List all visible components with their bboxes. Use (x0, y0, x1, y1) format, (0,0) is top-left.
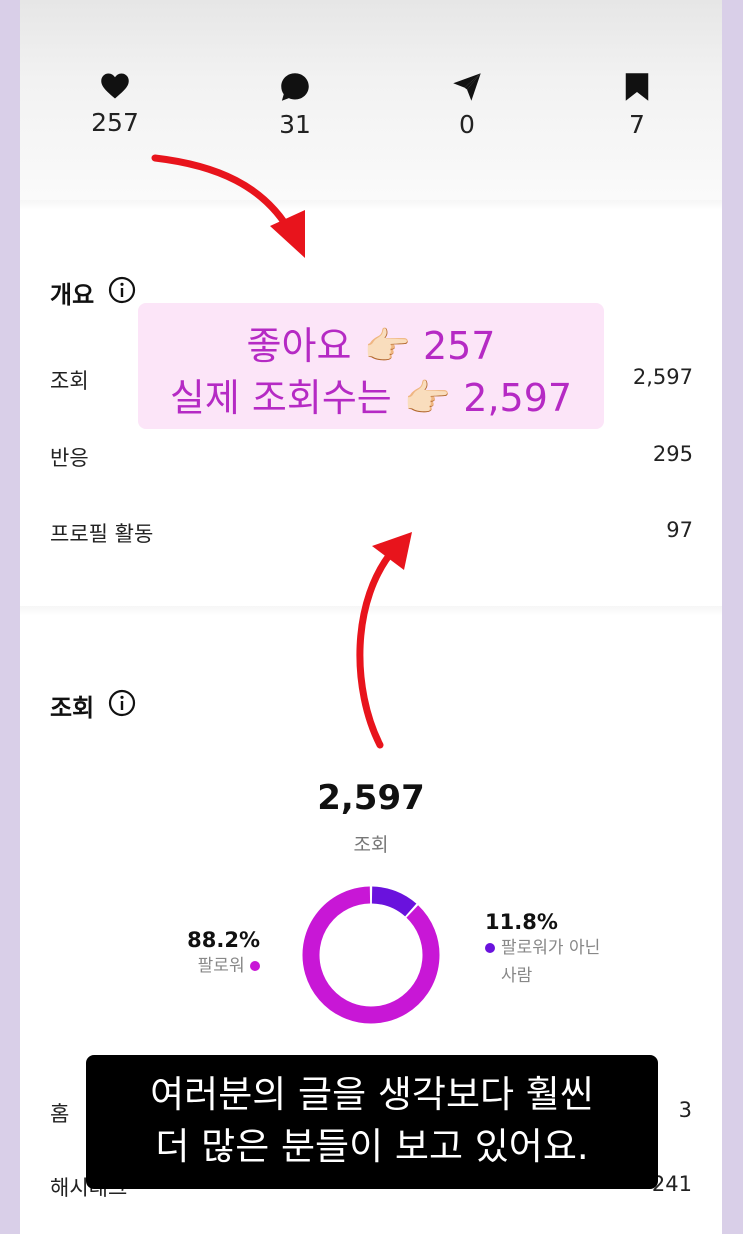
subtitle-line-1: 여러분의 글을 생각보다 훨씬 (150, 1073, 594, 1116)
subtitle-line-2: 더 많은 분들이 보고 있어요. (155, 1125, 589, 1168)
arrow-up-icon (356, 544, 399, 749)
video-subtitle: 여러분의 글을 생각보다 훨씬 더 많은 분들이 보고 있어요. (86, 1055, 658, 1189)
arrow-head-down (270, 210, 305, 258)
annotation-arrows (151, 154, 412, 749)
arrow-head-up (372, 532, 412, 570)
arrow-down-icon (151, 154, 296, 239)
